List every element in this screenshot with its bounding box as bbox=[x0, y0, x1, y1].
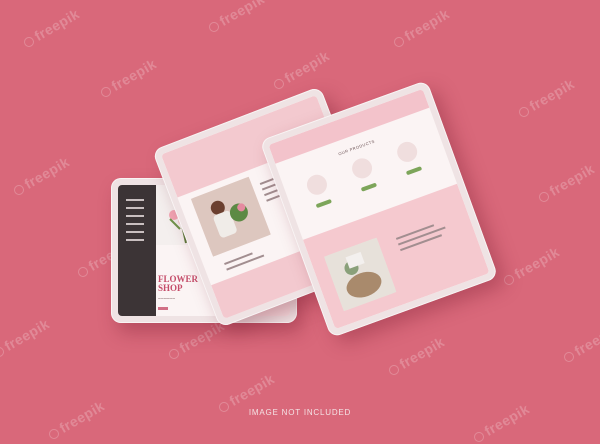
watermark: freepik bbox=[45, 397, 107, 442]
freepik-logo-icon bbox=[392, 35, 406, 50]
watermark: freepik bbox=[97, 55, 159, 100]
image-not-included-label: IMAGE NOT INCLUDED bbox=[248, 408, 352, 417]
freepik-logo-icon bbox=[472, 430, 486, 444]
watermark: freepik bbox=[10, 153, 72, 198]
watermark: freepik bbox=[500, 243, 562, 288]
freepik-logo-icon bbox=[502, 273, 516, 288]
watermark: freepik bbox=[470, 400, 532, 444]
watermark: freepik bbox=[560, 320, 600, 365]
freepik-logo-icon bbox=[22, 35, 36, 50]
freepik-logo-icon bbox=[387, 363, 401, 378]
watermark: freepik bbox=[385, 333, 447, 378]
freepik-logo-icon bbox=[562, 350, 576, 365]
freepik-logo-icon bbox=[517, 105, 531, 120]
watermark: freepik bbox=[165, 317, 227, 362]
product-image bbox=[349, 155, 375, 182]
watermark: freepik bbox=[270, 47, 332, 92]
watermark: freepik bbox=[0, 315, 52, 360]
freepik-logo-icon bbox=[12, 183, 26, 198]
freepik-logo-icon bbox=[537, 190, 551, 205]
flower-shop-heading: FLOWER SHOP ~~~~~~ bbox=[158, 275, 198, 310]
watermark: freepik bbox=[390, 5, 452, 50]
pink-bottom-section bbox=[302, 183, 490, 330]
freepik-logo-icon bbox=[99, 85, 113, 100]
freepik-logo-icon bbox=[207, 20, 221, 35]
florist-photo bbox=[190, 176, 271, 257]
watermark: freepik bbox=[20, 5, 82, 50]
watermark: freepik bbox=[535, 160, 597, 205]
buy-button bbox=[405, 166, 423, 176]
watermark: freepik bbox=[205, 0, 267, 36]
mockup-stage: freepik freepik freepik freepik freepik … bbox=[0, 0, 600, 444]
dark-nav-bar bbox=[118, 185, 156, 316]
freepik-logo-icon bbox=[272, 77, 286, 92]
product-image bbox=[394, 139, 420, 165]
freepik-logo-icon bbox=[167, 347, 181, 362]
buy-button bbox=[360, 182, 378, 192]
buy-button bbox=[315, 198, 333, 209]
product-image bbox=[304, 171, 330, 198]
watermark: freepik bbox=[515, 75, 577, 120]
flower-basket-photo bbox=[323, 237, 397, 312]
freepik-logo-icon bbox=[47, 427, 61, 442]
freepik-logo-icon bbox=[76, 265, 90, 280]
